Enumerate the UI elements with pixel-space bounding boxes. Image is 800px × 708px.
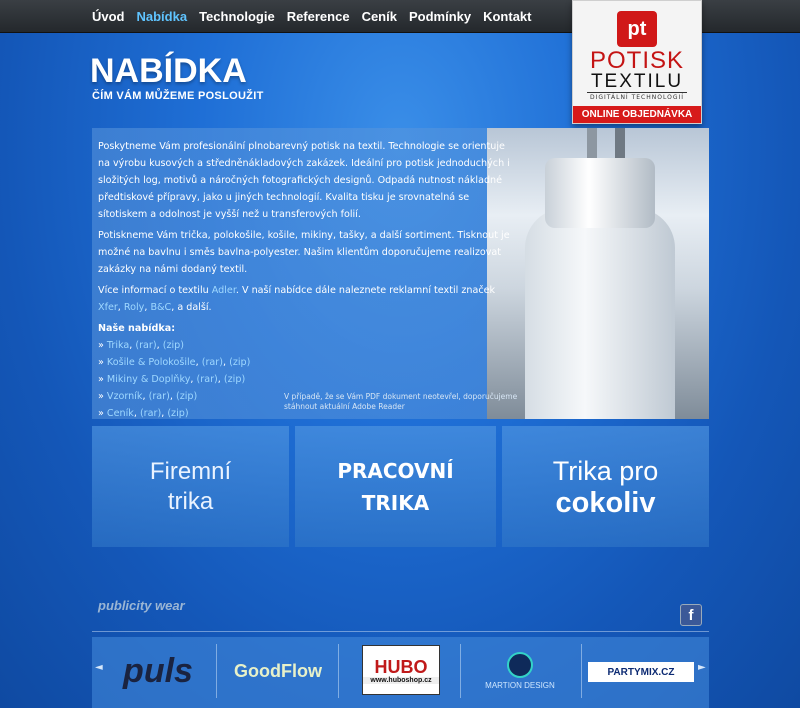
bullet: » — [98, 408, 107, 419]
nav-podminky[interactable]: Podmínky — [409, 9, 471, 24]
rar-link[interactable]: (rar) — [197, 374, 218, 385]
link-xfer[interactable]: Xfer — [98, 302, 118, 313]
content-box: Poskytneme Vám profesionální plnobarevný… — [92, 128, 709, 419]
partner-logo-goodflow[interactable]: GoodFlow — [226, 645, 330, 697]
publicity-wear-logo[interactable]: publicity wear — [98, 599, 185, 612]
text-segment: , a další. — [171, 302, 212, 313]
online-order-button[interactable]: ONLINE OBJEDNÁVKA — [573, 106, 701, 123]
carousel-prev-icon[interactable]: ◄ — [95, 662, 103, 673]
logo-line3: DIGITÁLNÍ TECHNOLOGIÍ — [587, 92, 687, 101]
offer-item: » Mikiny & Doplňky, (rar), (zip) — [98, 374, 246, 385]
martion-headphones-icon — [507, 652, 533, 678]
rar-link[interactable]: (rar) — [149, 391, 170, 402]
link-roly[interactable]: Roly — [124, 302, 144, 313]
partner-logo-puls[interactable]: puls — [108, 645, 208, 697]
nav-kontakt[interactable]: Kontakt — [483, 9, 531, 24]
partner-hubo-url: www.huboshop.cz — [363, 676, 439, 684]
content-text: Poskytneme Vám profesionální plnobarevný… — [98, 138, 518, 419]
rar-link[interactable]: (rar) — [202, 357, 223, 368]
bullet: » — [98, 391, 107, 402]
bullet: » — [98, 374, 107, 385]
partner-logo-partymix[interactable]: PARTYMIX.CZ — [588, 662, 694, 682]
logo-line1: POTISK — [589, 47, 685, 74]
offer-item: » Košile & Polokošile, (rar), (zip) — [98, 357, 251, 368]
zip-link[interactable]: (zip) — [163, 340, 184, 351]
products-paragraph: Potiskneme Vám trička, polokošile, košil… — [98, 230, 510, 275]
carousel-next-icon[interactable]: ► — [698, 662, 706, 673]
main-menu: Úvod Nabídka Technologie Reference Ceník… — [92, 0, 543, 33]
text-segment: . V naší nabídce dále naleznete reklamní… — [235, 285, 496, 296]
offer-link[interactable]: Košile & Polokošile — [107, 357, 196, 368]
text-segment: Více informací o textilu — [98, 285, 212, 296]
nav-reference[interactable]: Reference — [287, 9, 350, 24]
offer-link[interactable]: Mikiny & Doplňky — [107, 374, 191, 385]
logo-line2: TEXTILU — [590, 71, 684, 92]
rar-link[interactable]: (rar) — [140, 408, 161, 419]
card-line: Firemní — [149, 457, 232, 485]
nav-cenik[interactable]: Ceník — [362, 9, 397, 24]
zip-link[interactable]: (zip) — [167, 408, 188, 419]
photo-bottle — [525, 208, 675, 419]
offer-link[interactable]: Trika — [107, 340, 129, 351]
card-label: Trika pro cokoliv — [553, 455, 659, 519]
offer-link[interactable]: Vzorník — [107, 391, 143, 402]
bullet: » — [98, 357, 107, 368]
card-line: Trika pro — [552, 455, 659, 486]
link-adler[interactable]: Adler — [212, 285, 236, 296]
partner-separator — [460, 644, 461, 698]
nav-nabidka[interactable]: Nabídka — [137, 9, 188, 24]
card-line-bold: cokoliv — [555, 486, 656, 519]
card-label: PRACOVNÍ TRIKA — [337, 455, 453, 519]
bullet: » — [98, 340, 107, 351]
bottle-photo — [487, 128, 709, 419]
rar-link[interactable]: (rar) — [135, 340, 156, 351]
offer-item: » Trika, (rar), (zip) — [98, 340, 185, 351]
card-line: PRACOVNÍ — [337, 458, 454, 483]
pdf-note: V případě, že se Vám PDF dokument neotev… — [284, 392, 518, 411]
intro-paragraph: Poskytneme Vám profesionální plnobarevný… — [98, 141, 510, 220]
brands-paragraph: Více informací o textilu Adler. V naší n… — [98, 282, 518, 316]
nav-uvod[interactable]: Úvod — [92, 9, 125, 24]
offer-heading: Naše nabídka: — [98, 323, 176, 334]
card-label: Firemní trika — [150, 457, 231, 517]
offer-link[interactable]: Ceník — [107, 408, 134, 419]
card-line: trika — [167, 487, 214, 515]
zip-link[interactable]: (zip) — [229, 357, 250, 368]
page-title: NABÍDKA — [90, 52, 247, 90]
facebook-icon[interactable]: f — [680, 604, 702, 626]
card-company-shirts[interactable]: Firemní trika — [92, 426, 289, 547]
nav-technologie[interactable]: Technologie — [199, 9, 275, 24]
card-work-shirts[interactable]: PRACOVNÍ TRIKA — [295, 426, 496, 547]
partner-logo-hubo[interactable]: HUBO www.huboshop.cz — [362, 645, 440, 695]
partner-martion-name: MARTION DESIGN — [485, 681, 555, 690]
partner-logo-martion[interactable]: MARTION DESIGN — [468, 645, 572, 697]
logo-mark-icon: pt — [617, 11, 657, 47]
zip-link[interactable]: (zip) — [224, 374, 245, 385]
partner-hubo-name: HUBO — [374, 656, 428, 677]
card-shirts-anything[interactable]: Trika pro cokoliv — [502, 426, 709, 547]
partner-separator — [581, 644, 582, 698]
site-logo[interactable]: pt POTISK TEXTILU DIGITÁLNÍ TECHNOLOGIÍ … — [572, 0, 702, 124]
partner-separator — [216, 644, 217, 698]
card-line: TRIKA — [361, 490, 430, 515]
link-bc[interactable]: B&C — [150, 302, 171, 313]
page-subtitle: ČÍM VÁM MŮŽEME POSLOUŽIT — [92, 90, 264, 102]
photo-bottle-cap — [545, 158, 655, 228]
partner-separator — [338, 644, 339, 698]
footer-divider — [92, 631, 709, 632]
zip-link[interactable]: (zip) — [176, 391, 197, 402]
